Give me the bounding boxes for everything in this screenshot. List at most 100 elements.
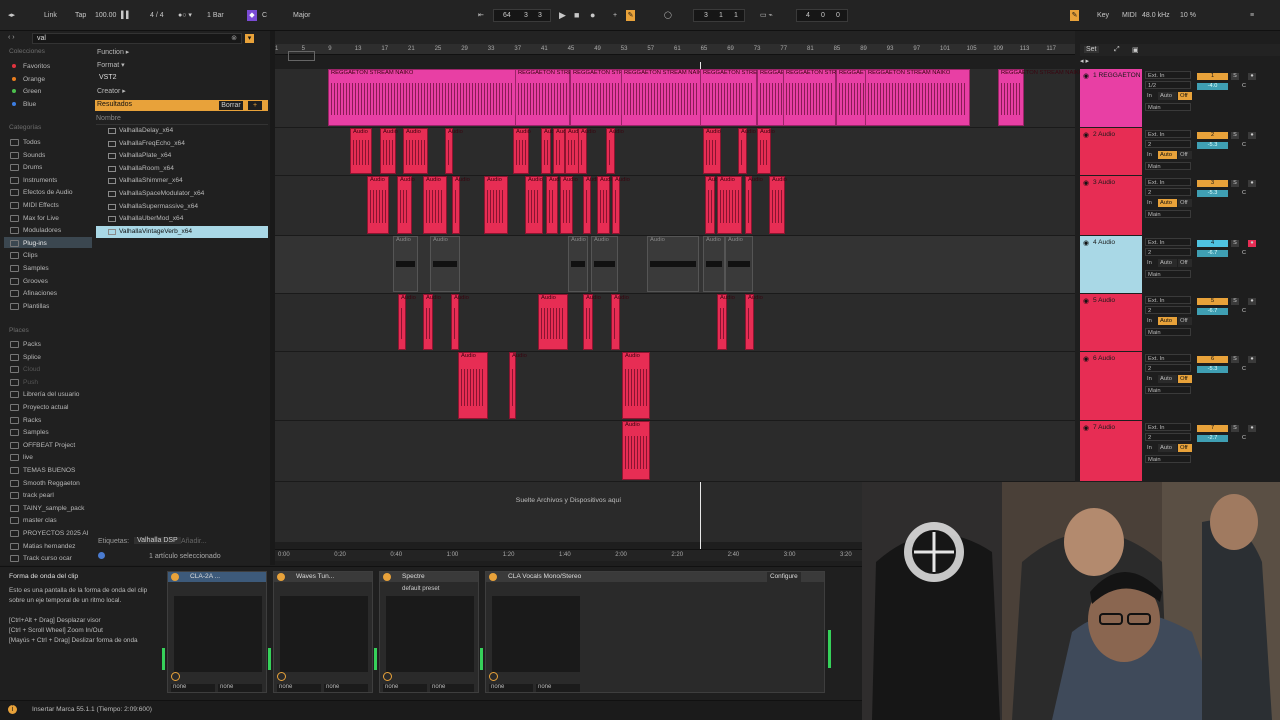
audio-clip[interactable]: Audio bbox=[538, 294, 568, 350]
fold-icon[interactable]: ◉ bbox=[1083, 239, 1089, 247]
audio-clip[interactable]: Audio bbox=[509, 352, 527, 419]
result-item[interactable]: ValhallaRoom_x64 bbox=[96, 163, 268, 175]
category-item[interactable]: Afinaciones bbox=[23, 288, 57, 299]
scale-select[interactable]: Major bbox=[293, 10, 311, 21]
arm-button[interactable]: ● bbox=[1248, 425, 1256, 432]
input-channel-select[interactable]: 2 bbox=[1145, 364, 1191, 372]
device-power-icon[interactable] bbox=[383, 573, 391, 581]
arm-button[interactable]: ● bbox=[1248, 180, 1256, 187]
play-icon[interactable]: ▶ bbox=[559, 10, 566, 21]
link-button[interactable]: Link bbox=[44, 10, 57, 21]
device-header[interactable]: Spectre bbox=[380, 572, 478, 582]
input-channel-select[interactable]: 2 bbox=[1145, 306, 1191, 314]
audio-clip[interactable]: Audio bbox=[591, 236, 618, 292]
sidechain-select[interactable]: none bbox=[430, 684, 474, 692]
audio-clip[interactable]: REGGAETON STREAM NAIKO bbox=[865, 69, 970, 126]
device-power-icon[interactable] bbox=[489, 573, 497, 581]
audio-clip[interactable]: Audio bbox=[578, 128, 596, 174]
stop-icon[interactable]: ■ bbox=[574, 10, 579, 21]
collection-item[interactable]: Orange bbox=[23, 74, 45, 85]
menu-icon[interactable]: ≡ bbox=[1250, 10, 1254, 21]
audio-clip[interactable]: Audio bbox=[380, 128, 398, 174]
pan-field[interactable]: C bbox=[1240, 83, 1248, 90]
audio-clip[interactable]: Audio bbox=[583, 176, 601, 234]
category-item[interactable]: Sounds bbox=[23, 150, 45, 161]
volume-field[interactable]: -2.7 bbox=[1197, 435, 1228, 442]
sidechain-select[interactable]: none bbox=[536, 684, 580, 692]
monitor-in-button[interactable]: In bbox=[1145, 444, 1157, 452]
position-field[interactable] bbox=[493, 9, 551, 22]
place-item[interactable]: Smooth Reggaeton bbox=[23, 478, 88, 489]
audio-clip[interactable]: Audio bbox=[546, 176, 564, 234]
audio-clip[interactable]: Audio bbox=[393, 236, 418, 292]
audio-clip[interactable]: Audio bbox=[703, 128, 721, 174]
audio-clip[interactable]: Audio bbox=[717, 176, 742, 234]
quantize-select[interactable]: 1 Bar bbox=[207, 10, 224, 21]
track-lane[interactable]: Audio Audio Audio Audio Audio Audio Audio Audio bbox=[275, 294, 1075, 352]
monitor-in-button[interactable]: In bbox=[1145, 92, 1157, 100]
place-item[interactable]: live bbox=[23, 452, 88, 463]
output-select[interactable]: Main bbox=[1145, 386, 1191, 394]
audio-clip[interactable]: Audio bbox=[430, 236, 460, 292]
track-number[interactable]: 1 bbox=[1197, 73, 1228, 80]
expand-icon[interactable]: ⤢ bbox=[1114, 46, 1120, 54]
audio-clip[interactable]: REGGAETON STREAM NAIKO bbox=[783, 69, 868, 126]
category-item[interactable]: MIDI Effects bbox=[23, 200, 59, 211]
monitor-in-button[interactable]: In bbox=[1145, 151, 1157, 159]
automation-arm-icon[interactable]: ✎ bbox=[626, 10, 635, 21]
input-type-select[interactable]: Ext. In bbox=[1145, 130, 1191, 138]
tag-chip[interactable]: Valhalla DSP bbox=[134, 537, 181, 544]
input-channel-select[interactable]: 2 bbox=[1145, 248, 1191, 256]
device-header[interactable]: CLA-2A ... bbox=[168, 572, 266, 582]
overdub-icon[interactable]: + bbox=[613, 10, 617, 21]
sidechain-select[interactable]: none bbox=[489, 684, 533, 692]
track-name[interactable]: 7 Audio bbox=[1093, 424, 1141, 431]
place-item[interactable]: Proyecto actual bbox=[23, 402, 88, 413]
category-item[interactable]: Drums bbox=[23, 162, 42, 173]
audio-clip[interactable]: REGGAETON STREAM NAIKO bbox=[328, 69, 516, 126]
add-tag-button[interactable]: Añadir... bbox=[181, 538, 207, 545]
place-item[interactable]: Librería del usuario bbox=[23, 389, 88, 400]
sidechain-select[interactable]: none bbox=[324, 684, 368, 692]
result-item[interactable]: ValhallaShimmer_x64 bbox=[96, 175, 268, 187]
audio-clip[interactable]: Audio bbox=[703, 236, 725, 292]
configure-button[interactable]: Configure bbox=[767, 572, 801, 582]
device-panel[interactable]: CLA Vocals Mono/Stereo Configure none none bbox=[480, 571, 825, 693]
metronome-icon[interactable]: ●○ ▾ bbox=[178, 10, 192, 21]
audio-clip[interactable]: Audio bbox=[705, 176, 723, 234]
place-item[interactable]: OFFBEAT Project bbox=[23, 440, 88, 451]
track-lane[interactable]: Audio Audio Audio Audio Audio Audio Audio bbox=[275, 236, 1075, 294]
category-item[interactable]: Efectos de Audio bbox=[23, 187, 73, 198]
tempo-field[interactable]: 100.00 bbox=[95, 10, 116, 21]
info-icon[interactable]: i bbox=[8, 705, 17, 714]
time-signature[interactable]: 4 / 4 bbox=[150, 10, 164, 21]
monitor-auto-button[interactable]: Auto bbox=[1158, 259, 1177, 267]
audio-clip[interactable]: Audio bbox=[367, 176, 389, 234]
audio-clip[interactable]: Audio bbox=[350, 128, 372, 174]
collection-item[interactable]: Blue bbox=[23, 99, 36, 110]
device-panel[interactable]: Waves Tun... none none bbox=[268, 571, 373, 693]
overview-strip[interactable] bbox=[275, 31, 1075, 44]
place-item[interactable]: track pearl bbox=[23, 490, 88, 501]
audio-clip[interactable]: Audio bbox=[398, 294, 416, 350]
loop-icon[interactable]: ◯ bbox=[664, 10, 672, 21]
audio-clip[interactable]: Audio bbox=[717, 294, 735, 350]
fold-icon[interactable]: ◉ bbox=[1083, 424, 1089, 432]
clear-button[interactable]: Borrar bbox=[219, 101, 243, 110]
output-select[interactable]: Main bbox=[1145, 103, 1191, 111]
monitor-off-button[interactable]: Off bbox=[1178, 259, 1192, 267]
input-type-select[interactable]: Ext. In bbox=[1145, 423, 1191, 431]
output-select[interactable]: Main bbox=[1145, 210, 1191, 218]
monitor-auto-button[interactable]: Auto bbox=[1158, 375, 1177, 383]
monitor-auto-button[interactable]: Auto bbox=[1158, 444, 1177, 452]
device-panel[interactable]: CLA-2A ... none none bbox=[162, 571, 267, 693]
track-number[interactable]: 2 bbox=[1197, 132, 1228, 139]
track-name[interactable]: 1 REGGAETON bbox=[1093, 72, 1141, 79]
fold-icon[interactable]: ◉ bbox=[1083, 131, 1089, 139]
monitor-in-button[interactable]: In bbox=[1145, 259, 1157, 267]
browser-menu-icon[interactable]: ▾ bbox=[245, 34, 254, 43]
category-item[interactable]: Instruments bbox=[23, 175, 57, 186]
category-item[interactable]: Moduladores bbox=[23, 225, 61, 236]
fold-icon[interactable]: ◉ bbox=[1083, 297, 1089, 305]
device-knob-icon[interactable] bbox=[277, 672, 286, 681]
